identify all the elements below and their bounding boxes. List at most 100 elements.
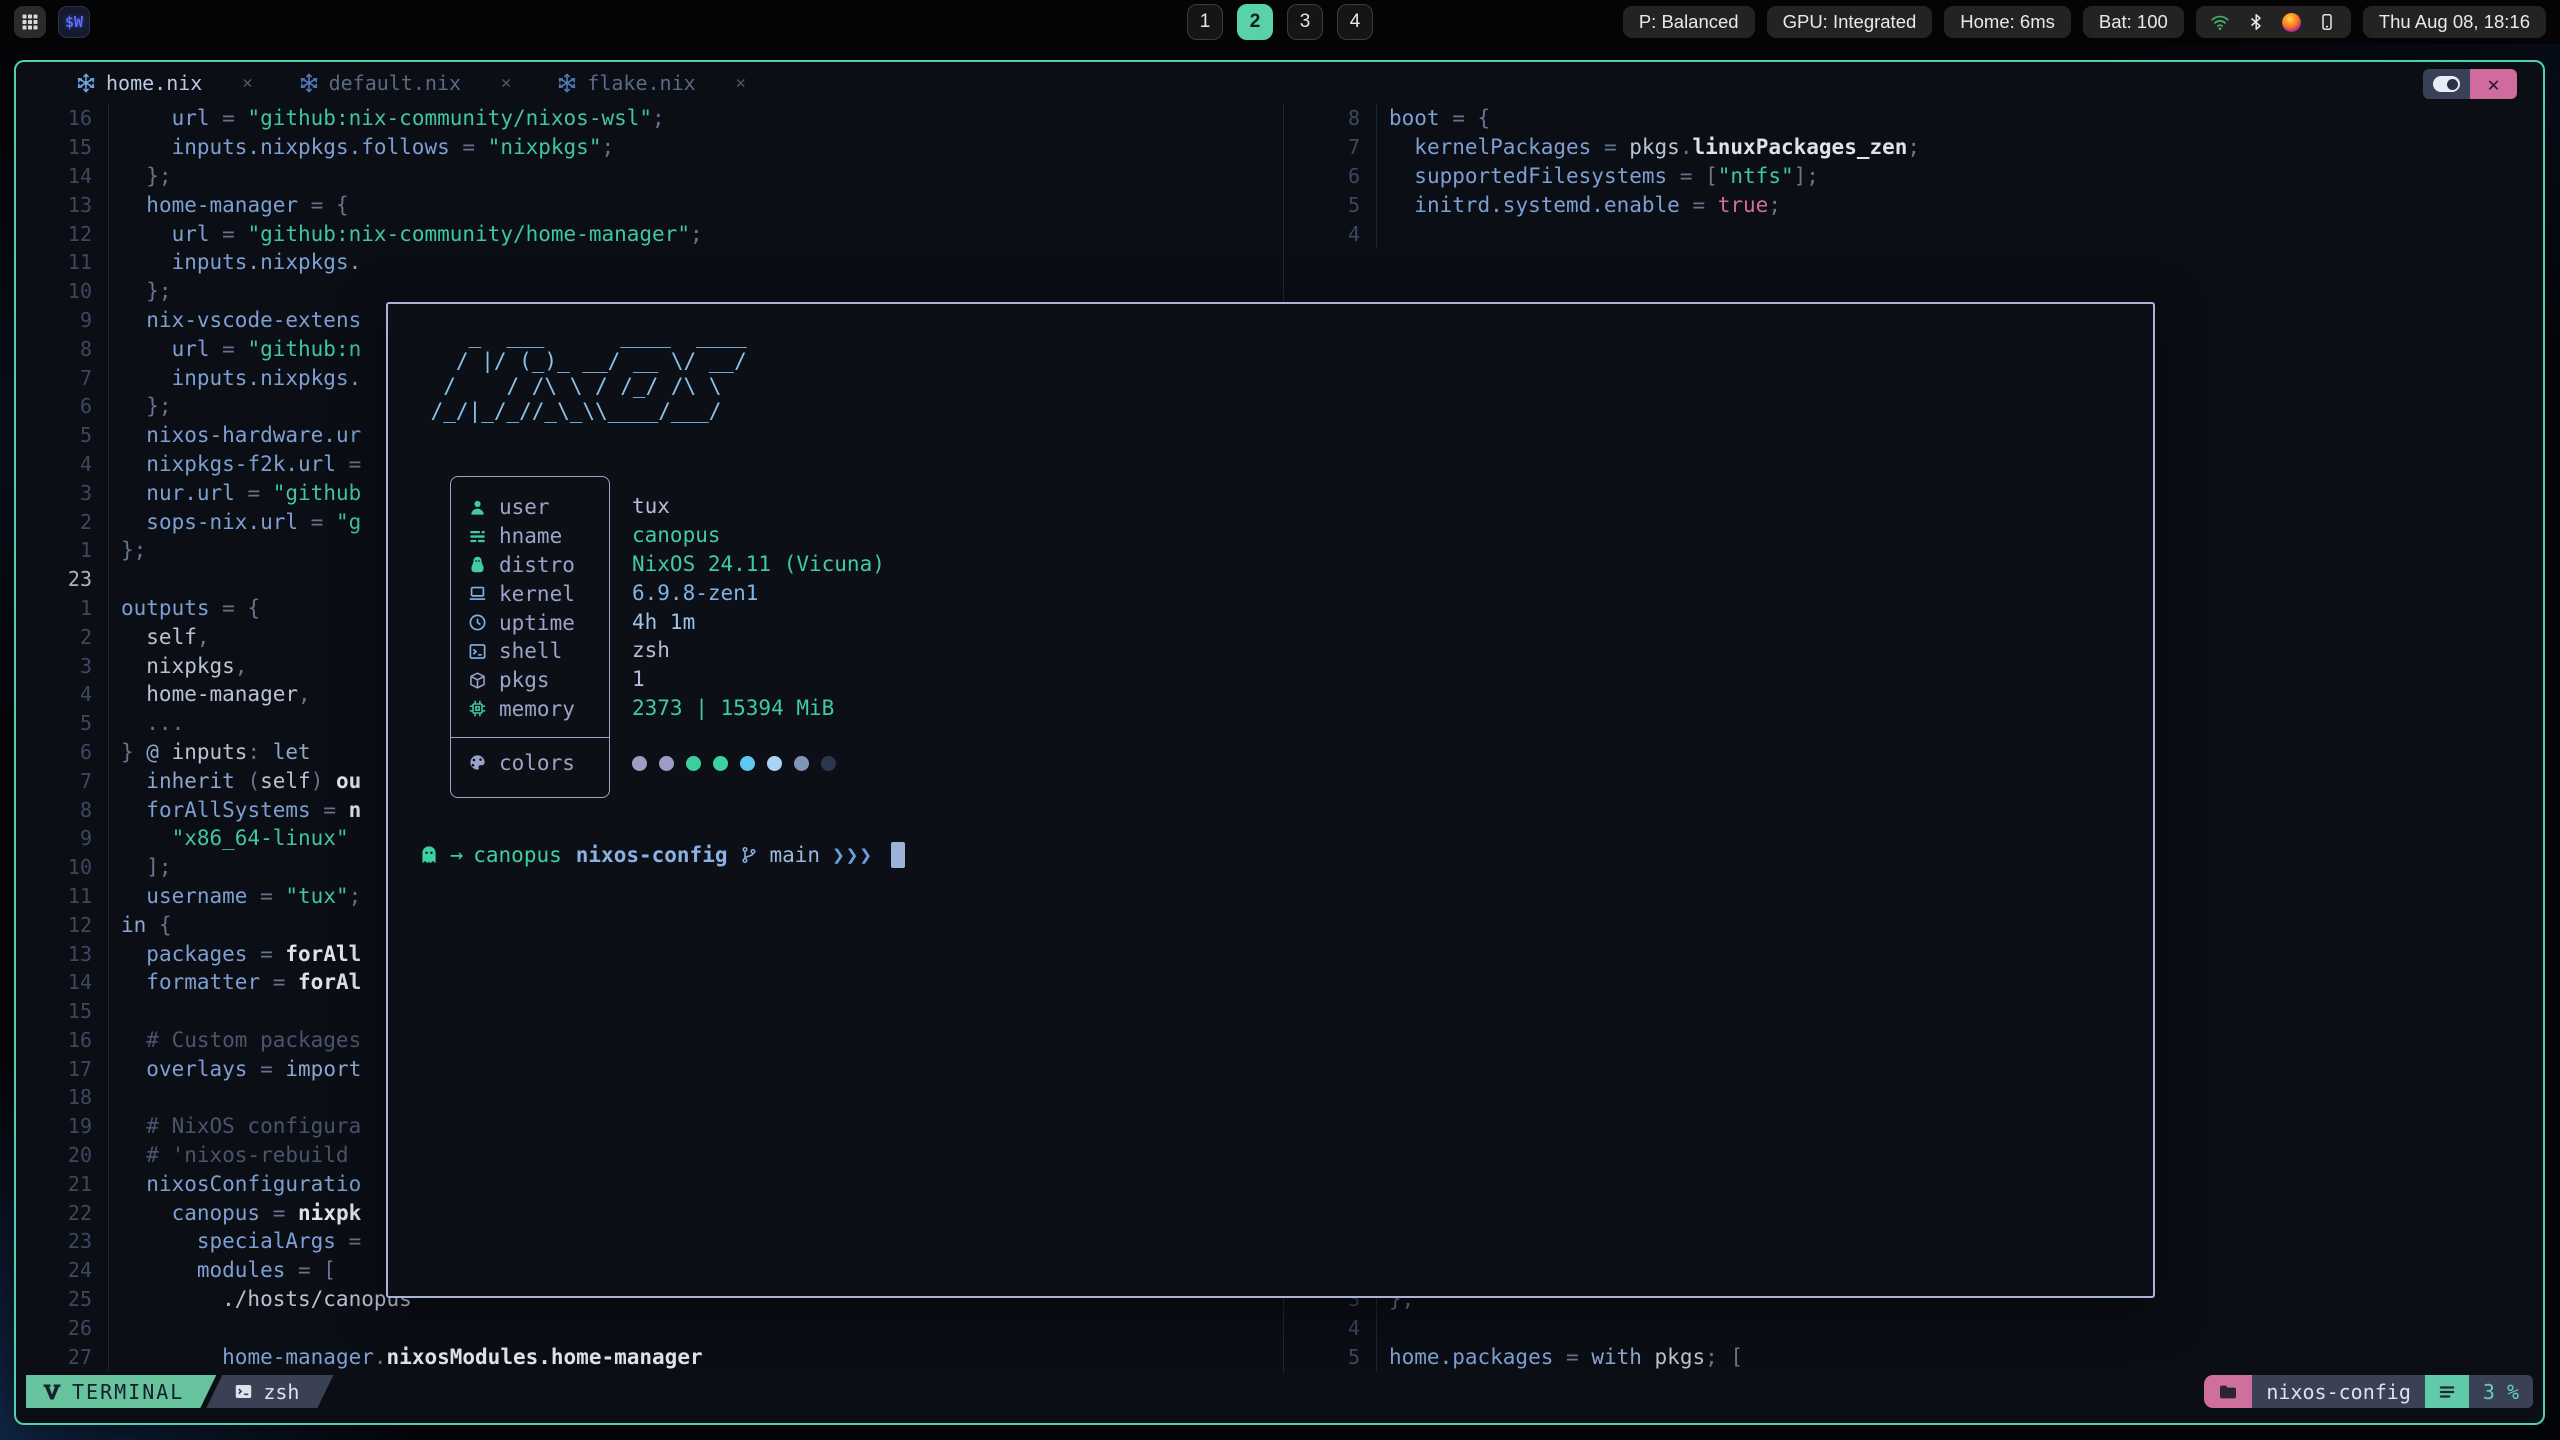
- line-number: 19: [16, 1112, 109, 1141]
- code-text: modules = [: [109, 1258, 336, 1282]
- code-text: };: [109, 538, 146, 562]
- workspace-button-1[interactable]: 1: [1187, 4, 1223, 40]
- shell-prompt[interactable]: → canopus nixos-config main ❯❯❯: [418, 842, 905, 868]
- code-text: };: [109, 394, 172, 418]
- fastfetch-value: 1: [632, 665, 885, 694]
- status-pill-1[interactable]: GPU: Integrated: [1767, 6, 1933, 38]
- nix-snowflake-icon: [557, 73, 577, 93]
- fastfetch-value: zsh: [632, 636, 885, 665]
- fastfetch-label: distro: [499, 553, 575, 577]
- fastfetch-row: user: [467, 493, 609, 522]
- tab-home.nix[interactable]: home.nix✕: [76, 71, 253, 95]
- code-line: 4: [1284, 1314, 2539, 1343]
- color-dot: [821, 756, 836, 771]
- line-number: 6: [16, 392, 109, 421]
- fastfetch-row: memory: [467, 695, 609, 724]
- activity-icon[interactable]: [2282, 13, 2301, 32]
- workspace-button-4[interactable]: 4: [1337, 4, 1373, 40]
- code-line: 5 initrd.systemd.enable = true;: [1284, 190, 2539, 219]
- phone-icon[interactable]: [2317, 12, 2337, 32]
- logo-button[interactable]: $W: [58, 6, 90, 38]
- workspace-button-2[interactable]: 2: [1237, 4, 1273, 40]
- code-text: };: [109, 279, 172, 303]
- fastfetch-row: pkgs: [467, 666, 609, 695]
- tab-close-icon[interactable]: ✕: [501, 73, 511, 93]
- code-text: sops-nix.url = "g: [109, 510, 361, 534]
- editor-pane-right-top[interactable]: 8boot = {7 kernelPackages = pkgs.linuxPa…: [1284, 104, 2539, 254]
- line-number: 24: [16, 1256, 109, 1285]
- line-number: 4: [1284, 219, 1377, 248]
- clock[interactable]: Thu Aug 08, 18:16: [2363, 6, 2546, 38]
- status-pill-3[interactable]: Bat: 100: [2083, 6, 2184, 38]
- tab-label: default.nix: [329, 71, 461, 95]
- fastfetch-row: uptime: [467, 608, 609, 637]
- launcher-button[interactable]: [14, 6, 46, 38]
- fastfetch-colors-row: colors: [451, 748, 609, 777]
- code-line: 26: [16, 1313, 1283, 1342]
- line-number: 9: [16, 306, 109, 335]
- statusbar-folder-segment: [2204, 1375, 2252, 1408]
- color-dot: [632, 756, 647, 771]
- status-pill-2[interactable]: Home: 6ms: [1944, 6, 2071, 38]
- topbar-right: P: Balanced GPU: Integrated Home: 6ms Bat: …: [1373, 6, 2560, 38]
- workspace-switcher: 1234: [1187, 4, 1373, 40]
- code-text: # Custom packages: [109, 1028, 361, 1052]
- code-text: home-manager = {: [109, 193, 349, 217]
- code-text: url = "github:n: [109, 337, 361, 361]
- code-text: nix-vscode-extens: [109, 308, 361, 332]
- window-toggle-button[interactable]: [2423, 69, 2470, 99]
- line-number: 8: [16, 795, 109, 824]
- code-line: 12 url = "github:nix-community/home-mana…: [16, 219, 1283, 248]
- tab-flake.nix[interactable]: flake.nix✕: [557, 71, 746, 95]
- workspace-button-3[interactable]: 3: [1287, 4, 1323, 40]
- distro-icon: [467, 555, 487, 575]
- code-text: ];: [109, 855, 172, 879]
- statusbar-shell-segment: zsh: [206, 1375, 333, 1408]
- code-line: 5home.packages = with pkgs; [: [1284, 1342, 2539, 1371]
- code-text: packages = forAll: [109, 942, 361, 966]
- system-tray[interactable]: [2196, 6, 2351, 38]
- fastfetch-label: memory: [499, 697, 575, 721]
- nixos-ascii-logo: _ ___ ____ ____ / |/ (_)_ __/ __ \/ __/ …: [418, 324, 747, 424]
- code-line: 6 supportedFilesystems = ["ntfs"];: [1284, 162, 2539, 191]
- line-number: 2: [16, 507, 109, 536]
- tabs: home.nix✕default.nix✕flake.nix✕: [16, 71, 746, 95]
- code-text: initrd.systemd.enable = true;: [1377, 193, 1781, 217]
- wifi-icon[interactable]: [2210, 12, 2230, 32]
- statusbar-lines-segment: [2425, 1375, 2469, 1408]
- window-close-button[interactable]: ✕: [2470, 69, 2517, 99]
- topbar: $W 1234 P: Balanced GPU: Integrated Home: …: [0, 0, 2560, 44]
- hname-icon: [467, 526, 487, 546]
- code-text: username = "tux";: [109, 884, 361, 908]
- statusbar-mode-label: TERMINAL: [72, 1380, 184, 1404]
- tab-default.nix[interactable]: default.nix ✕: [299, 71, 512, 95]
- floating-terminal[interactable]: _ ___ ____ ____ / |/ (_)_ __/ __ \/ __/ …: [386, 302, 2155, 1298]
- line-number: 8: [16, 334, 109, 363]
- code-text: canopus = nixpk: [109, 1201, 361, 1225]
- statusbar-right: nixos-config 3 %: [2204, 1375, 2533, 1408]
- code-text: inputs.nixpkgs.: [109, 250, 361, 274]
- code-text: };: [109, 164, 172, 188]
- code-text: home-manager,: [109, 682, 311, 706]
- tab-close-icon[interactable]: ✕: [736, 73, 746, 93]
- status-pill-0[interactable]: P: Balanced: [1623, 6, 1755, 38]
- memory-icon: [467, 699, 487, 719]
- ghost-icon: [418, 844, 440, 866]
- code-text: "x86_64-linux": [109, 826, 349, 850]
- code-text: specialArgs =: [109, 1229, 361, 1253]
- line-number: 12: [16, 219, 109, 248]
- tab-close-icon[interactable]: ✕: [242, 73, 252, 93]
- code-line: 4: [1284, 219, 2539, 248]
- line-number: 14: [16, 162, 109, 191]
- bluetooth-icon[interactable]: [2246, 12, 2266, 32]
- line-number: 7: [16, 766, 109, 795]
- fastfetch-label: user: [499, 495, 550, 519]
- prompt-chevrons: ❯❯❯: [832, 843, 873, 867]
- line-number: 2: [16, 622, 109, 651]
- shell-icon: [467, 641, 487, 661]
- prompt-host: canopus: [473, 843, 562, 867]
- palette-icon: [467, 753, 487, 773]
- code-text: } @ inputs: let: [109, 740, 311, 764]
- line-number: 26: [16, 1313, 109, 1342]
- status-pills: P: Balanced GPU: Integrated Home: 6ms Bat: …: [1623, 6, 2184, 38]
